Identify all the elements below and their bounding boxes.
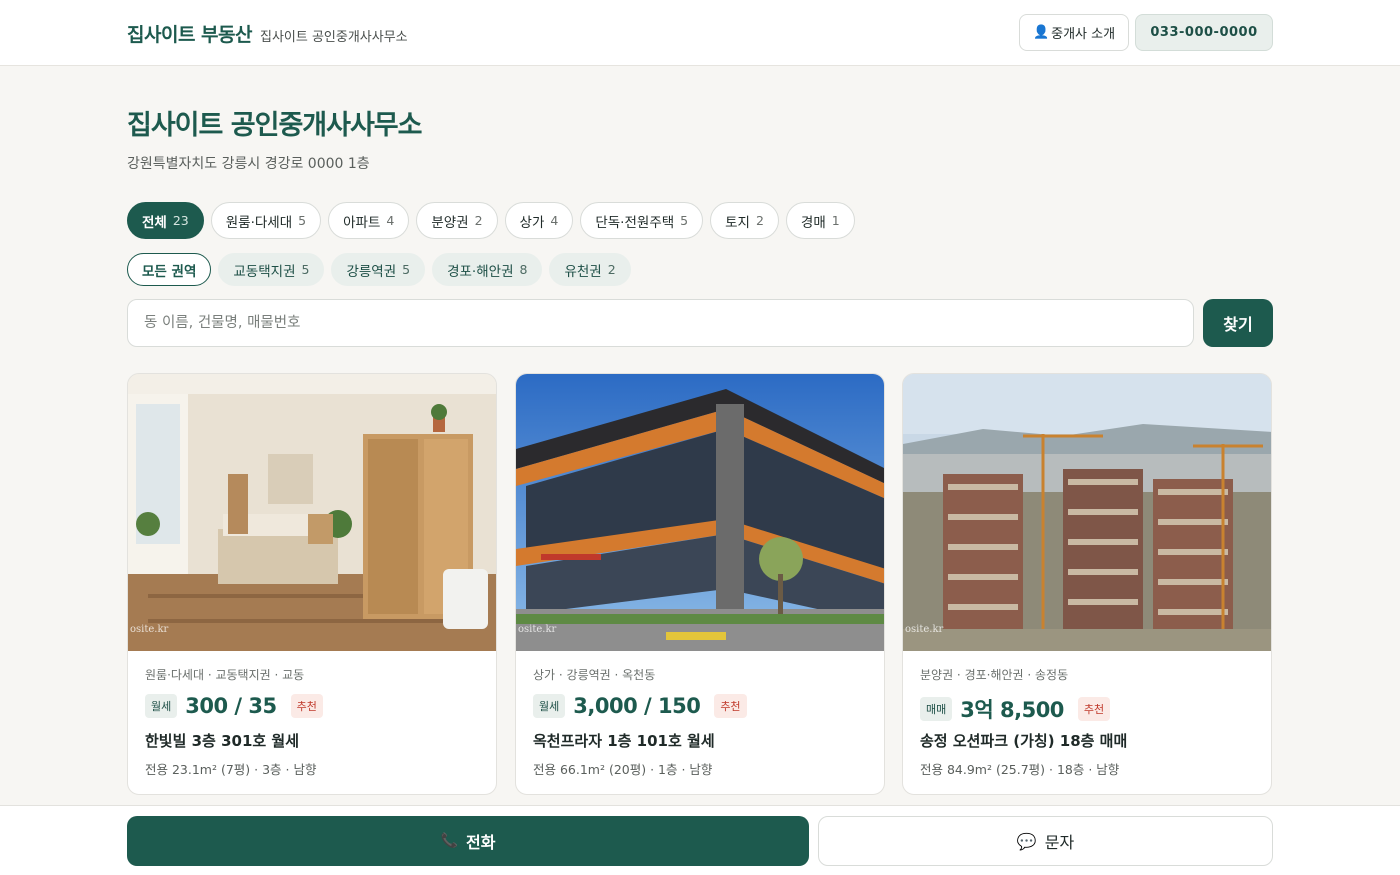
bottom-action-bar: 📞 전화 💬 문자 bbox=[0, 805, 1400, 875]
chip-count: 2 bbox=[755, 213, 764, 228]
listing-spec: 전용 66.1m² (20평) · 1층 · 남향 bbox=[533, 762, 713, 777]
chip-count: 2 bbox=[474, 213, 483, 228]
price-row: 매매 3억 8,500 추천 bbox=[920, 694, 1111, 724]
brand[interactable]: 집사이트 부동산 집사이트 공인중개사사무소 bbox=[127, 20, 408, 47]
listing-meta: 분양권 · 경포·해안권 · 송정동 bbox=[920, 668, 1069, 682]
chip-label: 강릉역권 bbox=[346, 263, 397, 280]
chip-label: 모든 권역 bbox=[142, 263, 197, 280]
chip-count: 5 bbox=[301, 262, 310, 277]
person-icon: 👤 bbox=[1032, 25, 1050, 40]
region-chip-station[interactable]: 강릉역권 5 bbox=[331, 253, 426, 286]
category-chip-house[interactable]: 단독·전원주택 5 bbox=[580, 202, 704, 239]
site-header: 집사이트 부동산 집사이트 공인중개사사무소 👤 중개사 소개 033-000-… bbox=[0, 0, 1400, 66]
recommended-badge: 추천 bbox=[1077, 697, 1111, 721]
call-button[interactable]: 📞 전화 bbox=[127, 816, 809, 866]
listing-title[interactable]: 옥천프라자 1층 101호 월세 bbox=[533, 730, 715, 751]
chip-label: 토지 bbox=[725, 214, 750, 231]
deal-type-badge: 월세 bbox=[533, 694, 566, 718]
chip-count: 5 bbox=[680, 213, 689, 228]
watermark: osite.kr bbox=[130, 624, 169, 635]
chip-label: 전체 bbox=[142, 214, 167, 231]
brand-name[interactable]: 집사이트 부동산 bbox=[127, 20, 252, 47]
chip-count: 8 bbox=[519, 262, 528, 277]
region-chip-coast[interactable]: 경포·해안권 8 bbox=[432, 253, 543, 286]
call-label: 전화 bbox=[465, 833, 496, 852]
listing-price: 3억 8,500 bbox=[960, 698, 1064, 722]
sms-button[interactable]: 💬 문자 bbox=[818, 816, 1273, 866]
category-chip-commercial[interactable]: 상가 4 bbox=[504, 202, 574, 239]
listing-photo-construction: osite.kr bbox=[903, 374, 1271, 651]
chip-count: 5 bbox=[402, 262, 411, 277]
agent-intro-button[interactable]: 👤 중개사 소개 bbox=[1019, 14, 1129, 51]
listing-meta: 원룸·다세대 · 교동택지권 · 교동 bbox=[145, 668, 305, 682]
listing-spec: 전용 23.1m² (7평) · 3층 · 남향 bbox=[145, 762, 317, 777]
chip-label: 아파트 bbox=[343, 214, 381, 231]
brand-subtitle: 집사이트 공인중개사사무소 bbox=[259, 30, 408, 45]
chip-label: 분양권 bbox=[431, 214, 469, 231]
watermark: osite.kr bbox=[518, 624, 557, 635]
sms-label: 문자 bbox=[1044, 833, 1075, 852]
chip-label: 원룸·다세대 bbox=[225, 214, 293, 231]
search-button[interactable]: 찾기 bbox=[1203, 299, 1273, 347]
listing-title[interactable]: 한빛빌 3층 301호 월세 bbox=[145, 730, 299, 751]
deal-type-badge: 매매 bbox=[920, 697, 953, 721]
chip-label: 상가 bbox=[519, 214, 545, 231]
chip-count: 5 bbox=[298, 213, 307, 228]
listing-price: 300 / 35 bbox=[185, 694, 277, 718]
category-chip-auction[interactable]: 경매 1 bbox=[785, 202, 855, 239]
office-address: 강원특별자치도 강릉시 경강로 0000 1층 bbox=[127, 156, 370, 172]
page-title: 집사이트 공인중개사사무소 bbox=[127, 110, 422, 141]
category-filter: 전체 23 원룸·다세대 5 아파트 4 분양권 2 상가 4 단독·전원주택 … bbox=[127, 202, 855, 239]
region-chip-yucheon[interactable]: 유천권 2 bbox=[549, 253, 631, 286]
listing-photo-building: osite.kr bbox=[516, 374, 884, 651]
recommended-badge: 추천 bbox=[290, 694, 323, 718]
listing-price: 3,000 / 150 bbox=[573, 694, 701, 718]
category-chip-presale[interactable]: 분양권 2 bbox=[416, 202, 498, 239]
header-phone-button[interactable]: 033-000-0000 bbox=[1135, 14, 1273, 51]
chip-label: 교동택지권 bbox=[233, 263, 296, 280]
speech-bubble-icon: 💬 bbox=[1016, 831, 1037, 851]
chip-label: 단독·전원주택 bbox=[595, 214, 675, 231]
watermark: osite.kr bbox=[905, 624, 944, 635]
search-input[interactable] bbox=[127, 299, 1194, 347]
chip-label: 경매 bbox=[800, 214, 826, 231]
listing-card[interactable]: osite.kr 상가 · 강릉역권 · 옥천동 월세 3,000 / 150 … bbox=[515, 373, 885, 795]
category-chip-oneroom[interactable]: 원룸·다세대 5 bbox=[210, 202, 322, 239]
chip-count: 4 bbox=[550, 213, 559, 228]
listing-meta: 상가 · 강릉역권 · 옥천동 bbox=[533, 668, 656, 682]
listing-spec: 전용 84.9m² (25.7평) · 18층 · 남향 bbox=[920, 762, 1120, 777]
price-row: 월세 3,000 / 150 추천 bbox=[533, 694, 747, 718]
chip-count: 1 bbox=[831, 213, 840, 228]
listing-card[interactable]: osite.kr 원룸·다세대 · 교동택지권 · 교동 월세 300 / 35… bbox=[127, 373, 497, 795]
chip-label: 유천권 bbox=[564, 263, 602, 280]
region-chip-all[interactable]: 모든 권역 bbox=[127, 253, 212, 286]
chip-count: 4 bbox=[386, 213, 395, 228]
price-row: 월세 300 / 35 추천 bbox=[145, 694, 323, 718]
category-chip-all[interactable]: 전체 23 bbox=[127, 202, 204, 239]
category-chip-apartment[interactable]: 아파트 4 bbox=[328, 202, 410, 239]
listing-card[interactable]: osite.kr 분양권 · 경포·해안권 · 송정동 매매 3억 8,500 … bbox=[902, 373, 1272, 795]
region-filter: 모든 권역 교동택지권 5 강릉역권 5 경포·해안권 8 유천권 2 bbox=[127, 253, 631, 286]
region-chip-gyodong[interactable]: 교동택지권 5 bbox=[218, 253, 325, 286]
chip-count: 23 bbox=[172, 213, 189, 228]
chip-count: 2 bbox=[607, 262, 616, 277]
phone-icon: 📞 bbox=[440, 833, 458, 849]
deal-type-badge: 월세 bbox=[145, 694, 178, 718]
listing-title[interactable]: 송정 오션파크 (가칭) 18층 매매 bbox=[920, 730, 1127, 751]
chip-label: 경포·해안권 bbox=[447, 263, 514, 280]
recommended-badge: 추천 bbox=[714, 694, 747, 718]
category-chip-land[interactable]: 토지 2 bbox=[710, 202, 779, 239]
agent-intro-label: 중개사 소개 bbox=[1051, 27, 1116, 42]
listing-photo-room: osite.kr bbox=[128, 374, 496, 651]
